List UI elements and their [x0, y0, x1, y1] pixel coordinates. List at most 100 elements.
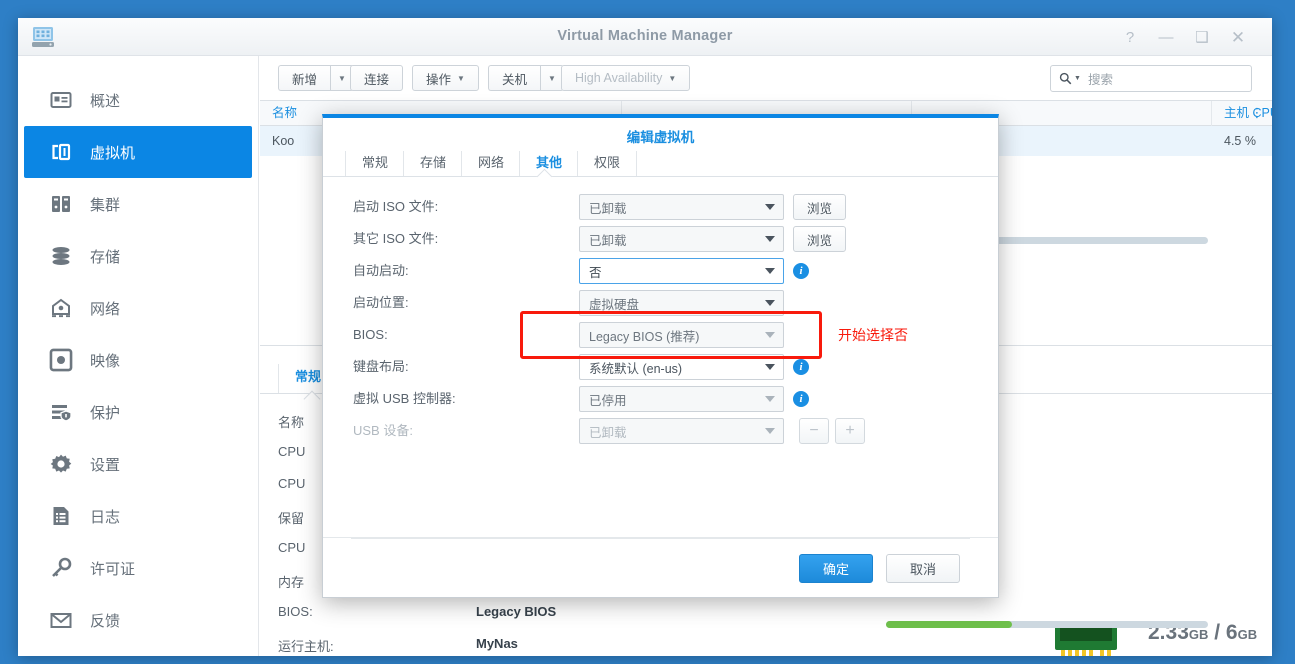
- memory-total-unit: GB: [1238, 627, 1258, 642]
- sidebar-item-label: 虚拟机: [90, 142, 135, 163]
- sidebar-item-settings[interactable]: 设置: [24, 438, 252, 490]
- sidebar-item-label: 概述: [90, 90, 120, 111]
- cancel-button[interactable]: 取消: [886, 554, 960, 583]
- sidebar-item-network[interactable]: 网络: [24, 282, 252, 334]
- column-options-icon[interactable]: ⋮: [1248, 105, 1266, 123]
- tab-network[interactable]: 网络: [461, 151, 520, 176]
- window-title: Virtual Machine Manager: [18, 28, 1272, 44]
- sidebar-item-storage[interactable]: 存储: [24, 230, 252, 282]
- settings-gear-icon: [48, 451, 74, 477]
- chevron-down-icon: [765, 236, 775, 242]
- help-button[interactable]: ?: [1120, 28, 1140, 48]
- tab-general[interactable]: 常规: [345, 151, 404, 176]
- detail-row-name: 名称: [278, 412, 304, 431]
- window-titlebar: Virtual Machine Manager ? — ❑ ✕: [18, 18, 1272, 56]
- remove-usb-device-button[interactable]: −: [799, 418, 829, 444]
- protection-icon: [48, 399, 74, 425]
- detail-row-bios: BIOS: Legacy BIOS: [278, 604, 313, 619]
- browse-boot-iso-button[interactable]: 浏览: [793, 194, 846, 220]
- detail-row-cpu-2: CPU: [278, 476, 305, 491]
- sidebar-navigation: 概述 虚拟机: [18, 56, 259, 656]
- storage-icon: [48, 243, 74, 269]
- field-boot-location: 启动位置: 虚拟硬盘: [353, 290, 978, 316]
- search-dropdown-arrow[interactable]: ▼: [1074, 75, 1081, 82]
- sidebar-item-feedback[interactable]: 反馈: [24, 594, 252, 646]
- edit-virtual-machine-dialog: 编辑虚拟机 常规 存储 网络 其他 权限 启动 ISO 文件: 已卸载 浏览: [322, 114, 999, 598]
- tab-permissions[interactable]: 权限: [577, 151, 637, 176]
- connect-button[interactable]: 连接: [350, 65, 403, 91]
- chevron-down-icon: [765, 204, 775, 210]
- field-boot-iso: 启动 ISO 文件: 已卸载 浏览: [353, 194, 978, 220]
- sidebar-item-license[interactable]: 许可证: [24, 542, 252, 594]
- search-input[interactable]: ▼ 搜索: [1050, 65, 1252, 92]
- select-boot-iso-value: 已卸载: [589, 198, 627, 217]
- annotation-text: 开始选择否: [838, 325, 908, 345]
- sidebar-item-overview[interactable]: 概述: [24, 74, 252, 126]
- select-other-iso[interactable]: 已卸载: [579, 226, 784, 252]
- sidebar-item-virtual-machine[interactable]: 虚拟机: [24, 126, 252, 178]
- select-boot-location-value: 虚拟硬盘: [589, 294, 639, 313]
- tab-storage[interactable]: 存储: [403, 151, 462, 176]
- info-icon-autostart[interactable]: i: [793, 263, 809, 279]
- shutdown-button[interactable]: 关机: [488, 65, 540, 91]
- chevron-down-icon: [765, 268, 775, 274]
- select-usb-device-value: 已卸载: [589, 422, 627, 441]
- field-virtual-usb-controller: 虚拟 USB 控制器: 已停用 i: [353, 386, 978, 412]
- close-button[interactable]: ✕: [1228, 28, 1248, 48]
- label-other-iso: 其它 ISO 文件:: [353, 226, 438, 252]
- action-button[interactable]: 操作 ▼: [412, 65, 479, 91]
- select-bios-value: Legacy BIOS (推荐): [589, 326, 699, 345]
- memory-used-unit: GB: [1189, 627, 1209, 642]
- sidebar-item-label: 保护: [90, 402, 120, 423]
- search-icon: [1059, 72, 1072, 85]
- browse-other-iso-button[interactable]: 浏览: [793, 226, 846, 252]
- sidebar-item-protection[interactable]: 保护: [24, 386, 252, 438]
- virtual-machine-manager-window: Virtual Machine Manager ? — ❑ ✕ 概述: [18, 18, 1272, 656]
- select-virtual-usb-controller[interactable]: 已停用: [579, 386, 784, 412]
- select-autostart[interactable]: 否: [579, 258, 784, 284]
- footer-divider: [351, 538, 970, 539]
- minimize-button[interactable]: —: [1156, 28, 1176, 48]
- label-boot-location: 启动位置:: [353, 290, 409, 316]
- select-keyboard-layout-value: 系统默认 (en-us): [589, 358, 682, 377]
- detail-row-cpu-3: CPU: [278, 540, 305, 555]
- cluster-icon: [48, 191, 74, 217]
- create-button[interactable]: 新增: [278, 65, 330, 91]
- field-other-iso: 其它 ISO 文件: 已卸载 浏览: [353, 226, 978, 252]
- sidebar-item-cluster[interactable]: 集群: [24, 178, 252, 230]
- sidebar-item-image[interactable]: 映像: [24, 334, 252, 386]
- select-boot-iso[interactable]: 已卸载: [579, 194, 784, 220]
- high-availability-button[interactable]: High Availability ▼: [561, 65, 690, 91]
- chevron-down-icon: [765, 396, 775, 402]
- select-keyboard-layout[interactable]: 系统默认 (en-us): [579, 354, 784, 380]
- sidebar-item-label: 设置: [90, 454, 120, 475]
- chevron-down-icon: [765, 300, 775, 306]
- sidebar-item-label: 网络: [90, 298, 120, 319]
- dialog-body: 启动 ISO 文件: 已卸载 浏览 其它 ISO 文件: 已卸载 浏览: [323, 177, 998, 537]
- detail-value-bios: Legacy BIOS: [476, 604, 556, 619]
- label-keyboard-layout: 键盘布局:: [353, 354, 409, 380]
- add-usb-device-button[interactable]: +: [835, 418, 865, 444]
- select-usb-device[interactable]: 已卸载: [579, 418, 784, 444]
- search-placeholder: 搜索: [1088, 69, 1113, 88]
- ok-button[interactable]: 确定: [799, 554, 873, 583]
- info-icon-keyboard-layout[interactable]: i: [793, 359, 809, 375]
- shutdown-split-button[interactable]: 关机 ▼: [488, 65, 564, 91]
- sidebar-item-label: 存储: [90, 246, 120, 267]
- label-autostart: 自动启动:: [353, 258, 409, 284]
- field-usb-device: USB 设备: 已卸载 − +: [353, 418, 978, 444]
- log-icon: [48, 503, 74, 529]
- maximize-button[interactable]: ❑: [1192, 28, 1212, 48]
- overview-icon: [48, 87, 74, 113]
- detail-value-host: MyNas: [476, 636, 518, 651]
- sidebar-item-log[interactable]: 日志: [24, 490, 252, 542]
- create-split-button[interactable]: 新增 ▼: [278, 65, 354, 91]
- label-virtual-usb-controller: 虚拟 USB 控制器:: [353, 386, 456, 412]
- feedback-mail-icon: [48, 607, 74, 633]
- sidebar-item-label: 反馈: [90, 610, 120, 631]
- select-bios[interactable]: Legacy BIOS (推荐): [579, 322, 784, 348]
- sidebar-item-label: 集群: [90, 194, 120, 215]
- info-icon-virtual-usb-controller[interactable]: i: [793, 391, 809, 407]
- select-boot-location[interactable]: 虚拟硬盘: [579, 290, 784, 316]
- cell-host-cpu: 4.5 %: [1212, 126, 1272, 156]
